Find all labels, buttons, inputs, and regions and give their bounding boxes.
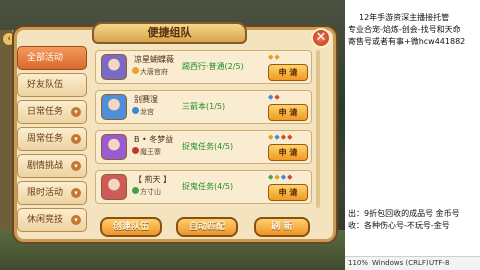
sidebar-item-label: 好友队伍 bbox=[27, 80, 64, 90]
apply-button[interactable]: 申 请 bbox=[268, 64, 308, 81]
school-emblem-icon bbox=[132, 147, 139, 154]
team-row: 别赛湿 龙宫 三箭本(1/5) ◆◆ 申 请 bbox=[95, 90, 312, 124]
sidebar-item-friend-teams[interactable]: 好友队伍 bbox=[17, 73, 87, 97]
left-hud-strip bbox=[0, 30, 14, 230]
leader-name: 别赛湿 bbox=[134, 95, 158, 104]
sidebar-item-casual-arena[interactable]: 休闲竞技 ▾ bbox=[17, 208, 87, 232]
sidebar-item-story-challenge[interactable]: 剧情挑战 ▾ bbox=[17, 154, 87, 178]
refresh-button[interactable]: 刷 新 bbox=[254, 217, 310, 237]
team-task: 踢西行·普通(2/5) bbox=[182, 62, 244, 71]
sidebar-item-weekly-tasks[interactable]: 周常任务 ▾ bbox=[17, 127, 87, 151]
leader-school: 大唐官府 bbox=[140, 68, 168, 76]
notepad-editor[interactable]: 12年手游资深主播接托管 专业合宠-焰炼-创会-找号和天命 寄售号或者有事+微h… bbox=[345, 0, 480, 270]
school-emblem-icon bbox=[132, 187, 139, 194]
avatar bbox=[101, 134, 127, 160]
team-row: 凉星蝴蝶薇 大唐官府 踢西行·普通(2/5) ◆◆ 申 请 bbox=[95, 50, 312, 84]
sidebar-item-all-activities[interactable]: 全部活动 bbox=[17, 46, 87, 70]
sidebar-item-label: 全部活动 bbox=[27, 53, 64, 63]
sidebar-item-label: 休闲竞技 bbox=[27, 215, 64, 225]
leader-school: 魔王寨 bbox=[140, 148, 161, 156]
leader-name: 【 荊天 】 bbox=[134, 175, 172, 184]
zoom-level: 110% bbox=[348, 259, 369, 267]
line-ending: Windows (CRLF) bbox=[372, 259, 429, 267]
team-row: 【 荊天 】 方寸山 捉鬼任务(4/5) ◆◆◆◆ 申 请 bbox=[95, 170, 312, 204]
list-scrollbar[interactable] bbox=[316, 50, 320, 208]
leader-name: B • 冬梦益 bbox=[134, 135, 174, 144]
sidebar-item-label: 剧情挑战 bbox=[27, 161, 64, 171]
school-emblem-icon bbox=[132, 107, 139, 114]
sidebar-item-label: 限时活动 bbox=[27, 188, 64, 198]
team-task: 捉鬼任务(4/5) bbox=[182, 182, 234, 191]
avatar bbox=[101, 54, 127, 80]
note-line: 寄售号或者有事+微hcw441882 bbox=[348, 37, 466, 46]
member-class-icons: ◆◆◆◆ bbox=[268, 133, 294, 141]
apply-button[interactable]: 申 请 bbox=[268, 184, 308, 201]
sidebar-item-label: 日常任务 bbox=[27, 107, 64, 117]
chevron-down-icon: ▾ bbox=[71, 215, 81, 225]
note-line: 收：各种伤心号-不玩号-金号 bbox=[348, 221, 450, 230]
auto-match-button[interactable]: 自动匹配 bbox=[176, 217, 238, 237]
leader-name: 凉星蝴蝶薇 bbox=[134, 55, 174, 64]
member-class-icons: ◆◆◆◆ bbox=[268, 173, 294, 181]
sidebar-item-label: 周常任务 bbox=[27, 134, 64, 144]
leader-school: 方寸山 bbox=[140, 188, 161, 196]
sidebar-item-daily-tasks[interactable]: 日常任务 ▾ bbox=[17, 100, 87, 124]
member-class-icons: ◆◆ bbox=[268, 93, 281, 101]
sidebar-item-limited-events[interactable]: 限时活动 ▾ bbox=[17, 181, 87, 205]
avatar bbox=[101, 174, 127, 200]
panel-title: 便捷组队 bbox=[92, 22, 247, 44]
team-task: 三箭本(1/5) bbox=[182, 102, 226, 111]
apply-button[interactable]: 申 请 bbox=[268, 144, 308, 161]
game-scene: ‹ 便捷组队 ✕ 全部活动 好友队伍 日常任务 ▾ 周常任务 ▾ 剧情挑战 ▾ 限时活… bbox=[0, 0, 345, 270]
status-bar: 110% Windows (CRLF) UTF-8 bbox=[345, 256, 480, 270]
apply-button[interactable]: 申 请 bbox=[268, 104, 308, 121]
chevron-down-icon: ▾ bbox=[71, 107, 81, 117]
encoding: UTF-8 bbox=[429, 259, 450, 267]
member-class-icons: ◆◆ bbox=[268, 53, 281, 61]
team-row: B • 冬梦益 魔王寨 捉鬼任务(4/5) ◆◆◆◆ 申 请 bbox=[95, 130, 312, 164]
team-list: 凉星蝴蝶薇 大唐官府 踢西行·普通(2/5) ◆◆ 申 请 别赛湿 龙宫 三箭本… bbox=[95, 46, 312, 210]
chevron-down-icon: ▾ bbox=[71, 134, 81, 144]
category-sidebar: 全部活动 好友队伍 日常任务 ▾ 周常任务 ▾ 剧情挑战 ▾ 限时活动 ▾ 休闲竞技 ▾ bbox=[17, 46, 87, 236]
avatar bbox=[101, 94, 127, 120]
create-team-button[interactable]: 创建队伍 bbox=[100, 217, 162, 237]
team-task: 捉鬼任务(4/5) bbox=[182, 142, 234, 151]
note-line: 专业合宠-焰炼-创会-找号和天命 bbox=[348, 25, 461, 34]
school-emblem-icon bbox=[132, 67, 139, 74]
close-icon[interactable]: ✕ bbox=[311, 28, 331, 48]
chevron-down-icon: ▾ bbox=[71, 161, 81, 171]
leader-school: 龙宫 bbox=[140, 108, 154, 116]
note-line: 12年手游资深主播接托管 bbox=[359, 13, 450, 22]
note-line: 出：9折包回收的成品号 金币号 bbox=[348, 209, 460, 218]
chevron-down-icon: ▾ bbox=[71, 188, 81, 198]
